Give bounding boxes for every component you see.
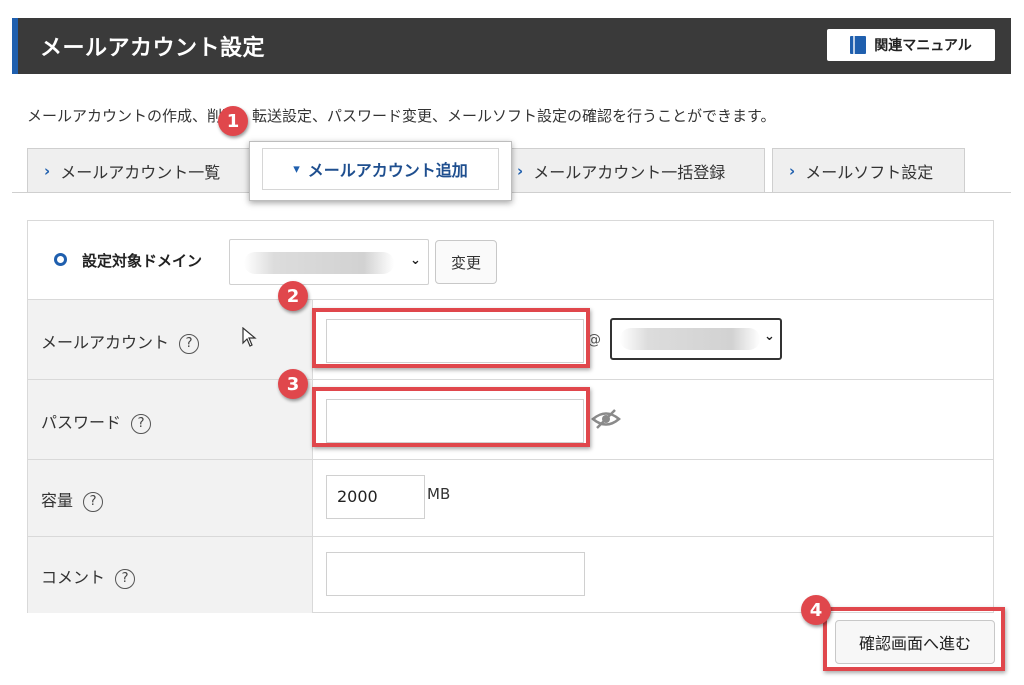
book-icon bbox=[850, 36, 867, 54]
page-description: メールアカウントの作成、削除、転送設定、パスワード変更、メールソフト設定の確認を… bbox=[27, 107, 776, 125]
change-domain-button[interactable]: 変更 bbox=[435, 240, 497, 284]
comment-label-cell: コメント? bbox=[28, 537, 313, 613]
circle-bullet-icon bbox=[54, 253, 67, 266]
help-icon[interactable]: ? bbox=[115, 568, 136, 589]
chevron-right-icon: › bbox=[44, 161, 51, 180]
password-label-cell: パスワード? bbox=[28, 380, 313, 459]
step-marker-3: 3 bbox=[278, 369, 308, 399]
capacity-label: 容量? bbox=[41, 487, 104, 512]
step-marker-1: 1 bbox=[218, 106, 248, 136]
mouse-cursor-icon bbox=[242, 327, 257, 347]
chevron-down-icon: ⌄ bbox=[764, 329, 775, 344]
comment-row: コメント? bbox=[28, 537, 993, 613]
chevron-down-icon: ⌄ bbox=[410, 253, 421, 268]
manual-button[interactable]: 関連マニュアル bbox=[827, 29, 995, 61]
account-form: 設定対象ドメイン ⌄ 変更 メールアカウント? @ ⌄ パスワード? 容量 ? … bbox=[27, 220, 994, 613]
page-title: メールアカウント設定 bbox=[40, 36, 266, 61]
tab-add-account[interactable]: ▾ メールアカウント追加 bbox=[249, 141, 512, 201]
manual-button-label: 関連マニュアル bbox=[874, 38, 972, 54]
help-icon[interactable]: ? bbox=[83, 491, 104, 512]
step-marker-4: 4 bbox=[801, 595, 831, 625]
password-input[interactable] bbox=[326, 399, 584, 443]
domain-row: 設定対象ドメイン ⌄ 変更 bbox=[28, 221, 993, 300]
at-sign: @ bbox=[587, 332, 601, 348]
password-row: パスワード? bbox=[28, 380, 993, 460]
capacity-label-cell: 容量? bbox=[28, 460, 313, 536]
domain-select[interactable]: ⌄ bbox=[229, 239, 429, 285]
tab-inner: ▾ メールアカウント追加 bbox=[262, 148, 499, 190]
help-icon[interactable]: ? bbox=[179, 333, 200, 354]
tab-label: メールアカウント一覧 bbox=[60, 162, 221, 182]
chevron-right-icon: › bbox=[789, 161, 796, 180]
eye-slash-icon[interactable] bbox=[591, 408, 621, 430]
account-label: メールアカウント? bbox=[41, 329, 200, 354]
tab-bulk-register[interactable]: › メールアカウント一括登録 bbox=[500, 148, 765, 192]
page-header: メールアカウント設定 関連マニュアル bbox=[12, 18, 1011, 74]
redacted-domain bbox=[244, 252, 394, 274]
mail-domain-select[interactable]: ⌄ bbox=[610, 318, 782, 360]
tab-label: メールソフト設定 bbox=[805, 162, 934, 182]
tab-account-list[interactable]: › メールアカウント一覧 bbox=[27, 148, 251, 192]
capacity-unit: MB bbox=[427, 485, 451, 503]
account-name-input[interactable] bbox=[326, 319, 584, 363]
domain-label: 設定対象ドメイン bbox=[82, 252, 203, 270]
password-label: パスワード? bbox=[41, 409, 152, 434]
tab-label: メールアカウント一括登録 bbox=[533, 162, 726, 182]
confirm-button[interactable]: 確認画面へ進む bbox=[835, 620, 995, 664]
chevron-right-icon: › bbox=[517, 161, 524, 180]
tab-label: メールアカウント追加 bbox=[307, 161, 468, 180]
account-row: メールアカウント? @ ⌄ bbox=[28, 300, 993, 380]
step-marker-2: 2 bbox=[278, 281, 308, 311]
redacted-domain bbox=[620, 328, 760, 350]
account-label-cell: メールアカウント? bbox=[28, 300, 313, 379]
comment-input[interactable] bbox=[326, 552, 585, 596]
chevron-down-icon: ▾ bbox=[293, 161, 300, 177]
tab-mail-software[interactable]: › メールソフト設定 bbox=[772, 148, 965, 192]
capacity-row: 容量? 2000 MB bbox=[28, 460, 993, 537]
capacity-input[interactable]: 2000 bbox=[326, 475, 425, 519]
help-icon[interactable]: ? bbox=[131, 413, 152, 434]
comment-label: コメント? bbox=[41, 564, 136, 589]
